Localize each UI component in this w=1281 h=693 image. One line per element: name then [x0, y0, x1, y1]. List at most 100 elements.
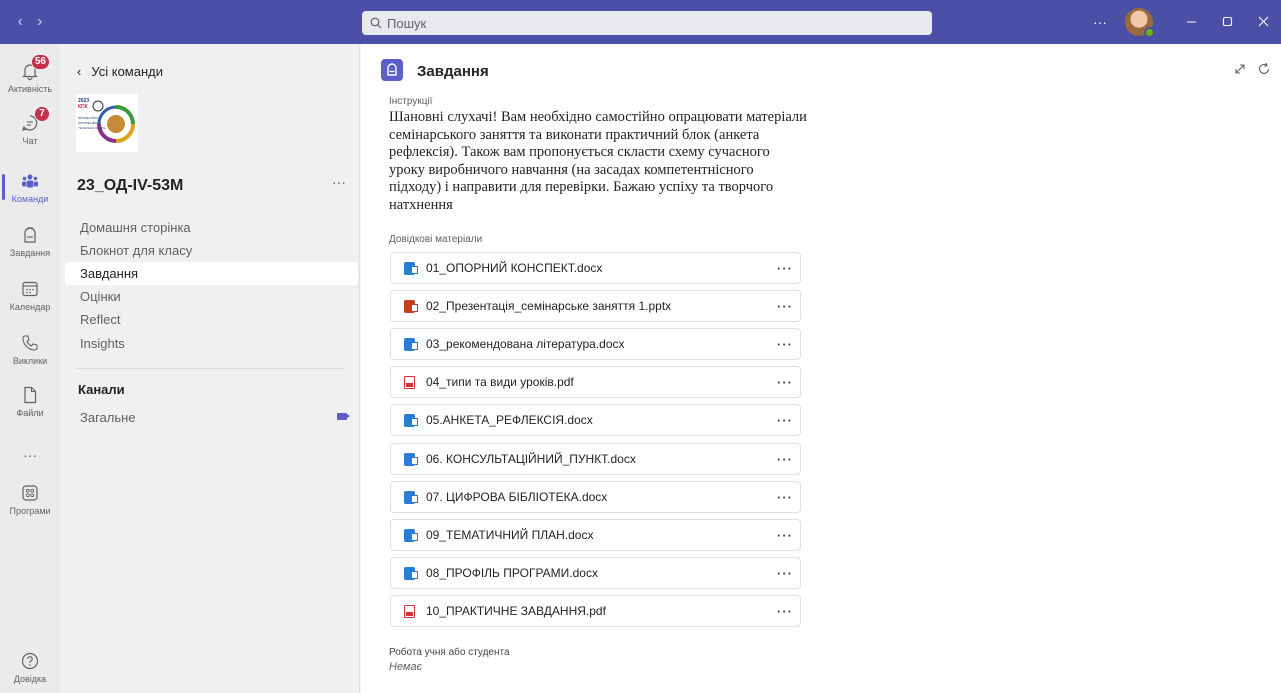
- logo-line-3: ТЕХНІЧНА) ОСВІТА: [78, 126, 106, 130]
- teams-icon: [20, 171, 40, 191]
- meeting-camera-icon: [337, 413, 350, 420]
- activity-badge: 56: [30, 53, 50, 70]
- refresh-icon[interactable]: [1257, 62, 1271, 76]
- rail-item-label: Чат: [22, 135, 38, 146]
- nav-insights[interactable]: Insights: [65, 332, 358, 355]
- all-teams-link[interactable]: ‹ Усі команди: [77, 64, 163, 79]
- instructions-text: Шановні слухачі! Вам необхідно самостійн…: [389, 109, 807, 213]
- rail-item-label: Активність: [7, 83, 53, 94]
- attachment-more-button[interactable]: ···: [770, 413, 800, 428]
- attachment-more-button[interactable]: ···: [770, 566, 800, 581]
- main-header: Завдання: [361, 44, 1281, 96]
- close-button[interactable]: [1245, 14, 1281, 30]
- attachment-item[interactable]: 07. ЦИФРОВА БІБЛІОТЕКА.docx ···: [390, 481, 801, 513]
- attachment-item[interactable]: 10_ПРАКТИЧНЕ ЗАВДАННЯ.pdf ···: [390, 595, 801, 627]
- reference-materials-label: Довідкові матеріали: [389, 234, 483, 245]
- titlebar-controls: ···: [1083, 0, 1281, 44]
- attachment-more-button[interactable]: ···: [770, 528, 800, 543]
- attachment-item[interactable]: 06. КОНСУЛЬТАЦІЙНИЙ_ПУНКТ.docx ···: [390, 443, 801, 475]
- chevron-left-icon: ‹: [77, 64, 82, 79]
- assignment-content: Інструкції Шановні слухачі! Вам необхідн…: [389, 96, 1269, 693]
- word-file-icon: [404, 337, 418, 351]
- logo-line-2: (ПРОФЕСІЙНО-: [78, 121, 100, 125]
- team-name: 23_ОД-IV-53М: [77, 177, 184, 194]
- search-icon: [370, 17, 382, 29]
- attachment-item[interactable]: 02_Презентація_семінарське заняття 1.ppt…: [390, 290, 801, 322]
- rail-item-calls[interactable]: Виклики: [0, 322, 60, 376]
- history-nav: ‹ ›: [0, 13, 60, 31]
- apps-icon: [20, 483, 40, 503]
- rail-item-assignments[interactable]: Завдання: [0, 214, 60, 268]
- settings-more-button[interactable]: ···: [1083, 14, 1117, 30]
- minimize-icon: [1186, 21, 1196, 23]
- word-file-icon: [404, 566, 418, 580]
- attachment-more-button[interactable]: ···: [770, 375, 800, 390]
- logo-kpk: КПК: [78, 104, 89, 110]
- attachment-item[interactable]: 03_рекомендована література.docx ···: [390, 328, 801, 360]
- maximize-button[interactable]: [1209, 14, 1245, 30]
- back-arrow-icon[interactable]: ‹: [18, 13, 23, 31]
- rail-item-label: Завдання: [9, 247, 51, 258]
- attachment-name: 01_ОПОРНИЙ КОНСПЕКТ.docx: [426, 261, 603, 275]
- team-logo[interactable]: 2023 КПК ПРОФЕСІЙНА (ПРОФЕСІЙНО- ТЕХНІЧН…: [76, 94, 138, 152]
- main-content: Завдання Інструкції Шановні слухачі! Вам…: [361, 44, 1281, 693]
- panel-divider: [77, 368, 345, 369]
- attachment-item[interactable]: 04_типи та види уроків.pdf ···: [390, 366, 801, 398]
- attachment-name: 07. ЦИФРОВА БІБЛІОТЕКА.docx: [426, 490, 608, 504]
- word-file-icon: [404, 452, 418, 466]
- nav-assignments[interactable]: Завдання: [65, 262, 358, 285]
- rail-item-help[interactable]: Довідка: [0, 640, 60, 693]
- nav-grades[interactable]: Оцінки: [65, 285, 358, 308]
- rail-item-files[interactable]: Файли: [0, 374, 60, 428]
- attachment-item[interactable]: 05.АНКЕТА_РЕФЛЕКСІЯ.docx ···: [390, 404, 801, 436]
- attachment-name: 06. КОНСУЛЬТАЦІЙНИЙ_ПУНКТ.docx: [426, 452, 636, 466]
- rail-item-chat[interactable]: 7 Чат: [0, 102, 60, 156]
- nav-class-notebook[interactable]: Блокнот для класу: [65, 239, 358, 262]
- forward-arrow-icon[interactable]: ›: [37, 13, 42, 31]
- team-more-button[interactable]: ···: [332, 174, 346, 190]
- attachment-more-button[interactable]: ···: [770, 337, 800, 352]
- attachment-more-button[interactable]: ···: [770, 299, 800, 314]
- nav-home-page[interactable]: Домашня сторінка: [65, 216, 358, 239]
- instructions-label: Інструкції: [389, 96, 433, 107]
- attachment-item[interactable]: 09_ТЕМАТИЧНИЙ ПЛАН.docx ···: [390, 519, 801, 551]
- minimize-button[interactable]: [1173, 14, 1209, 30]
- attachment-more-button[interactable]: ···: [770, 604, 800, 619]
- rail-item-teams[interactable]: Команди: [0, 160, 60, 214]
- search-input[interactable]: Пошук: [362, 11, 932, 35]
- rail-item-label: Команди: [11, 193, 49, 204]
- attachment-item[interactable]: 01_ОПОРНИЙ КОНСПЕКТ.docx ···: [390, 252, 801, 284]
- word-file-icon: [404, 528, 418, 542]
- rail-item-activity[interactable]: 56 Активність: [0, 50, 60, 104]
- nav-reflect[interactable]: Reflect: [65, 308, 358, 331]
- rail-item-calendar[interactable]: Календар: [0, 268, 60, 322]
- channels-heading: Канали: [78, 382, 125, 397]
- attachment-item[interactable]: 08_ПРОФІЛЬ ПРОГРАМИ.docx ···: [390, 557, 801, 589]
- rail-item-label: Виклики: [12, 355, 48, 366]
- search-placeholder: Пошук: [387, 15, 427, 31]
- app-rail: 56 Активність 7 Чат Команди Завдання Кал…: [0, 44, 60, 693]
- expand-icon[interactable]: [1233, 62, 1247, 76]
- avatar[interactable]: [1125, 8, 1155, 38]
- phone-icon: [20, 333, 40, 353]
- attachment-name: 02_Презентація_семінарське заняття 1.ppt…: [426, 299, 672, 313]
- attachment-name: 10_ПРАКТИЧНЕ ЗАВДАННЯ.pdf: [426, 604, 606, 618]
- attachment-more-button[interactable]: ···: [770, 261, 800, 276]
- pdf-file-icon: [404, 375, 415, 389]
- assignments-app-icon: [381, 59, 403, 81]
- attachment-more-button[interactable]: ···: [770, 490, 800, 505]
- team-panel: ‹ Усі команди 2023 КПК ПРОФЕСІЙНА (ПРОФЕ…: [60, 44, 360, 693]
- attachment-more-button[interactable]: ···: [770, 452, 800, 467]
- maximize-icon: [1222, 16, 1232, 27]
- attachment-name: 03_рекомендована література.docx: [426, 337, 625, 351]
- attachment-name: 08_ПРОФІЛЬ ПРОГРАМИ.docx: [426, 566, 598, 580]
- header-actions: [1233, 62, 1271, 76]
- rail-item-label: Календар: [9, 301, 51, 312]
- rail-item-apps[interactable]: Програми: [0, 472, 60, 526]
- word-file-icon: [404, 413, 418, 427]
- chat-icon: 7: [20, 105, 50, 133]
- channel-general[interactable]: Загальне: [80, 410, 136, 425]
- powerpoint-file-icon: [404, 299, 418, 313]
- attachment-name: 05.АНКЕТА_РЕФЛЕКСІЯ.docx: [426, 413, 593, 427]
- bell-icon: 56: [20, 53, 50, 81]
